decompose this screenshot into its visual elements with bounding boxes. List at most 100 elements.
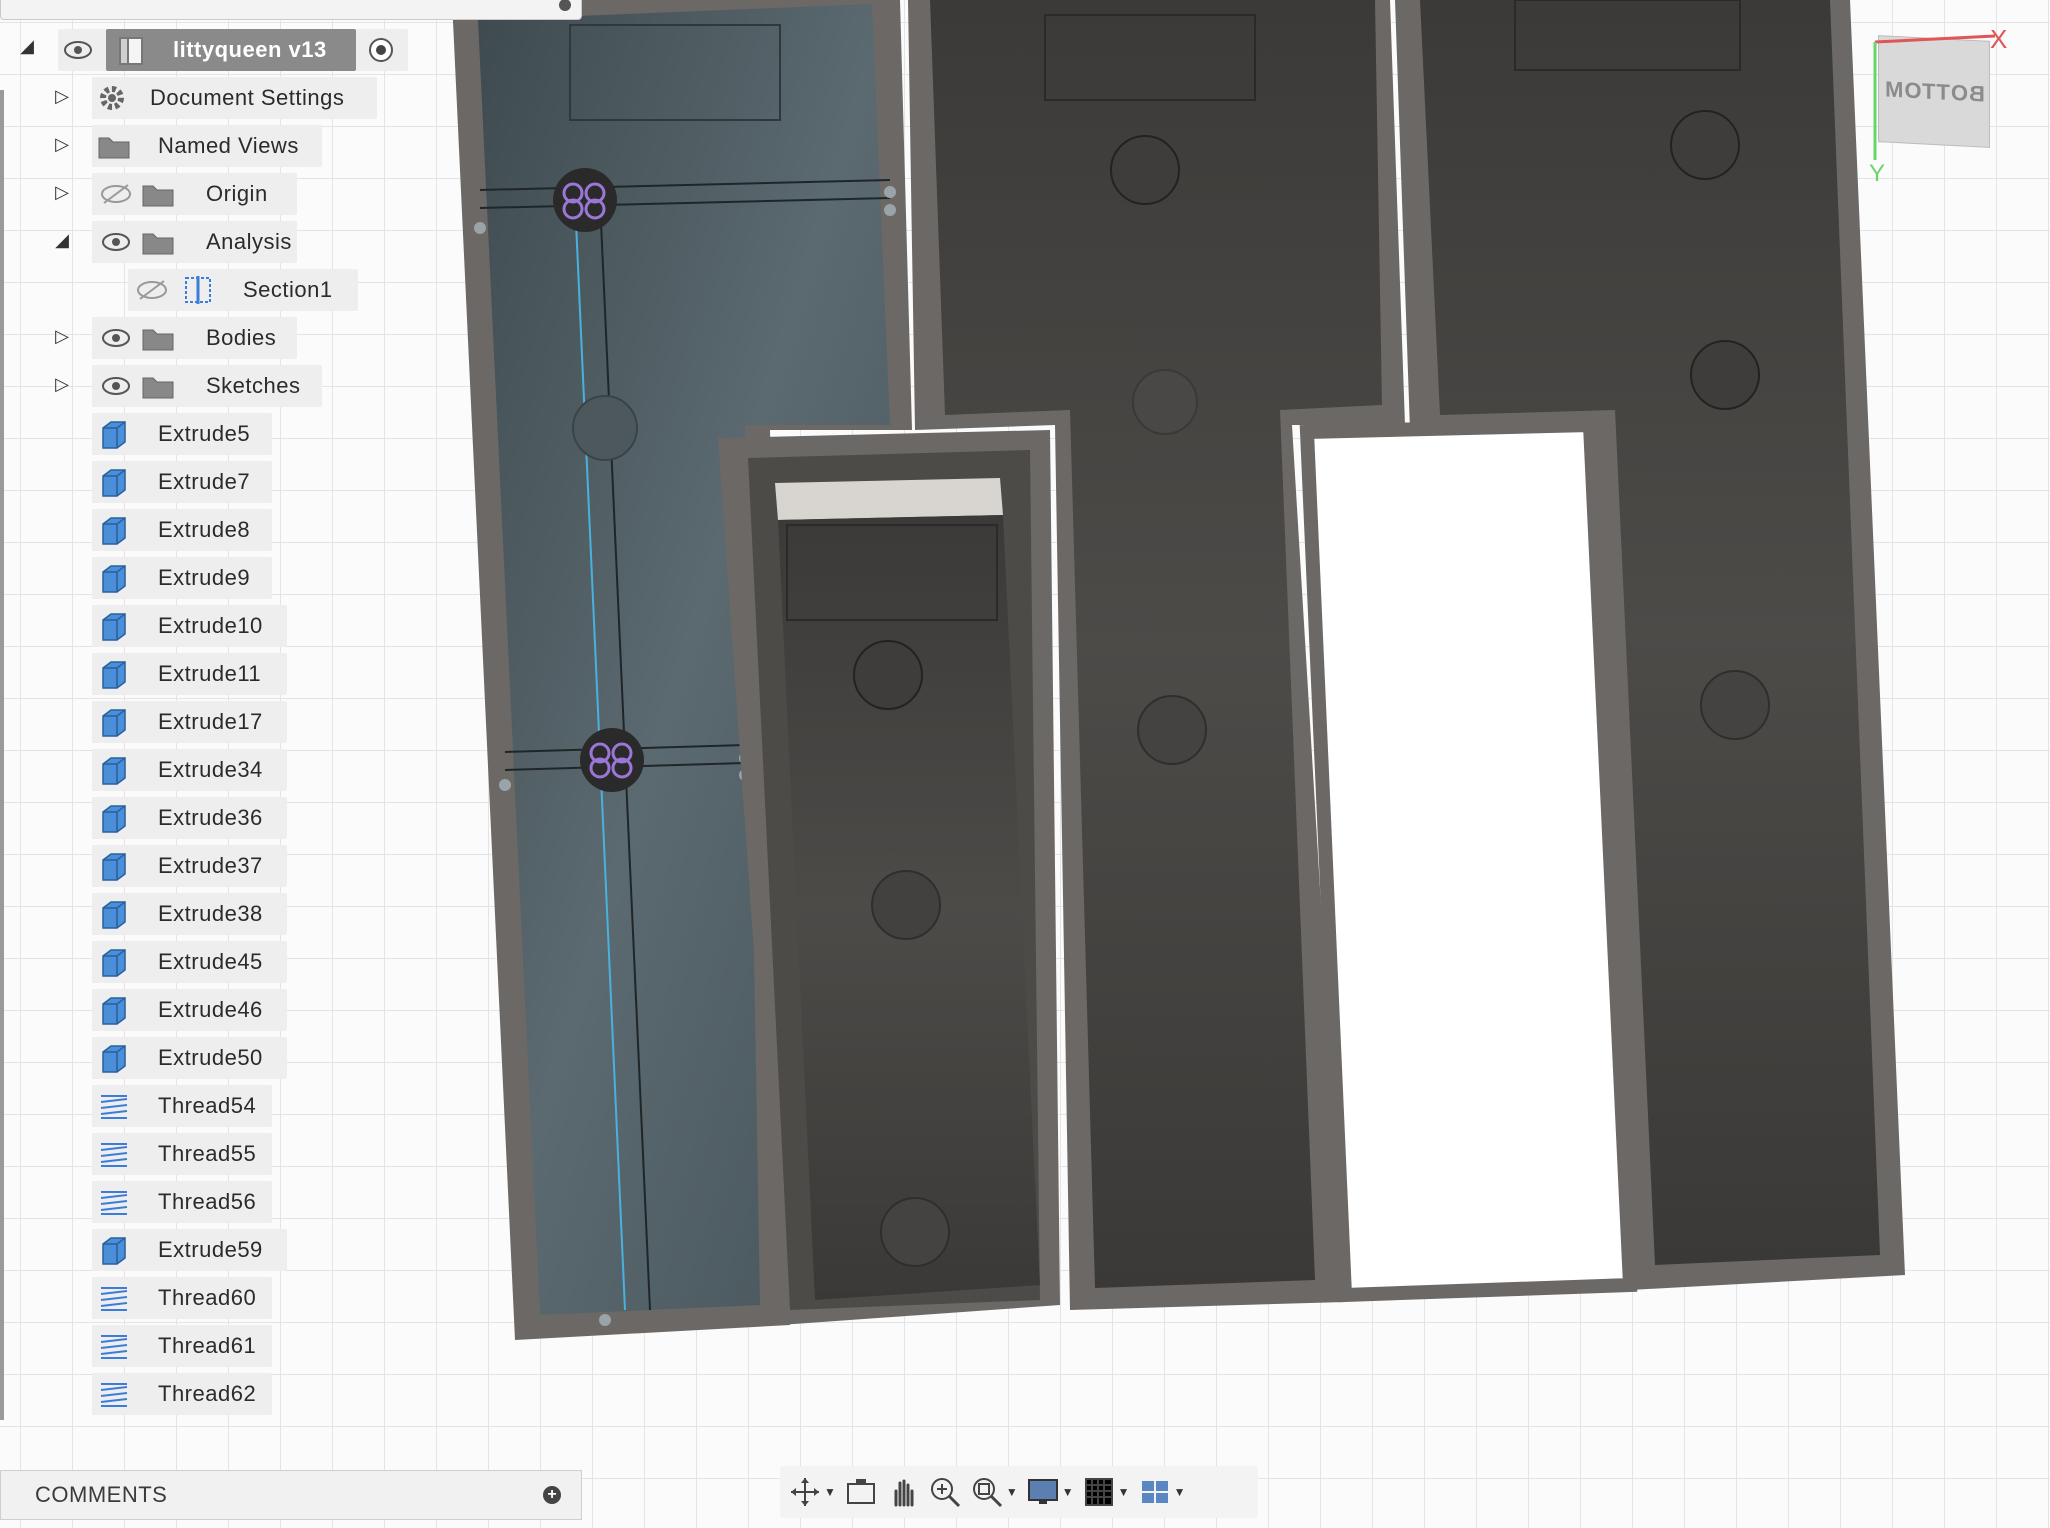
activate-radio-icon[interactable] (366, 30, 396, 70)
extrude-icon (96, 750, 132, 790)
eye-icon[interactable] (96, 318, 136, 358)
timeline-feature-label: Extrude7 (158, 469, 251, 494)
eye-hidden-icon[interactable] (96, 174, 136, 214)
timeline-feature-item[interactable]: Extrude34 (92, 749, 287, 791)
timeline-feature-label: Extrude36 (158, 805, 263, 830)
thread-icon (96, 1374, 132, 1414)
zoom-icon[interactable] (928, 1472, 962, 1512)
tree-item-analysis[interactable]: Analysis (92, 221, 297, 263)
thread-icon (96, 1086, 132, 1126)
timeline-feature-label: Extrude37 (158, 853, 263, 878)
extrude-icon (96, 462, 132, 502)
timeline-feature-item[interactable]: Thread61 (92, 1325, 272, 1367)
timeline-feature-item[interactable]: Extrude50 (92, 1037, 287, 1079)
timeline-feature-item[interactable]: Extrude45 (92, 941, 287, 983)
extrude-icon (96, 654, 132, 694)
gear-icon (94, 78, 130, 118)
timeline-feature-item[interactable]: Extrude37 (92, 845, 287, 887)
tree-item-label: Named Views (158, 133, 299, 158)
collapse-triangle-icon[interactable]: ◢ (52, 230, 72, 251)
timeline-feature-item[interactable]: Extrude9 (92, 557, 272, 599)
navigation-toolbar[interactable]: ▼ ▼ ▼ ▼ ▼ (780, 1466, 1258, 1518)
browser-header[interactable] (0, 0, 582, 20)
timeline-feature-item[interactable]: Extrude46 (92, 989, 287, 1031)
timeline-feature-label: Extrude10 (158, 613, 263, 638)
thread-icon (96, 1326, 132, 1366)
timeline-feature-label: Extrude46 (158, 997, 263, 1022)
tree-item-label: Section1 (243, 277, 333, 302)
fit-icon[interactable]: ▼ (970, 1472, 1018, 1512)
expand-triangle-icon[interactable]: ▷ (52, 134, 72, 155)
extrude-icon (96, 558, 132, 598)
grid-icon[interactable]: ▼ (1082, 1472, 1130, 1512)
timeline-feature-label: Extrude59 (158, 1237, 263, 1262)
tree-item-named-views[interactable]: Named Views (92, 125, 322, 167)
eye-hidden-icon[interactable] (132, 270, 172, 310)
folder-icon (140, 366, 176, 406)
expand-triangle-icon[interactable]: ▷ (52, 326, 72, 347)
look-at-icon[interactable] (844, 1472, 878, 1512)
view-cube[interactable]: BOTTOM X Y (1865, 20, 2015, 187)
timeline-feature-item[interactable]: Extrude59 (92, 1229, 287, 1271)
timeline-feature-item[interactable]: Extrude7 (92, 461, 272, 503)
timeline-feature-label: Extrude5 (158, 421, 251, 446)
timeline-feature-item[interactable]: Thread60 (92, 1277, 272, 1319)
timeline-feature-label: Thread56 (158, 1189, 257, 1214)
tree-item-bodies[interactable]: Bodies (92, 317, 297, 359)
timeline-feature-item[interactable]: Extrude17 (92, 701, 287, 743)
timeline-feature-item[interactable]: Extrude11 (92, 653, 287, 695)
tree-item-sketches[interactable]: Sketches (92, 365, 322, 407)
eye-icon[interactable] (58, 30, 98, 70)
extrude-icon (96, 414, 132, 454)
tree-item-section1[interactable]: Section1 (128, 269, 358, 311)
tree-root-item[interactable]: littyqueen v13 (58, 29, 408, 71)
timeline-feature-item[interactable]: Extrude38 (92, 893, 287, 935)
timeline-feature-label: Extrude38 (158, 901, 263, 926)
root-component-label: littyqueen v13 (173, 37, 327, 62)
pin-icon[interactable] (559, 0, 571, 11)
timeline-feature-item[interactable]: Extrude10 (92, 605, 287, 647)
expand-triangle-icon[interactable]: ▷ (52, 374, 72, 395)
extrude-icon (96, 990, 132, 1030)
expand-triangle-icon[interactable]: ▷ (52, 86, 72, 107)
folder-icon (140, 222, 176, 262)
timeline-feature-label: Extrude17 (158, 709, 263, 734)
timeline-feature-item[interactable]: Extrude5 (92, 413, 272, 455)
gap-cutout (1299, 417, 1638, 1303)
timeline-feature-item[interactable]: Thread56 (92, 1181, 272, 1223)
extrude-icon (96, 942, 132, 982)
timeline-feature-item[interactable]: Extrude8 (92, 509, 272, 551)
extrude-icon (96, 894, 132, 934)
section-analysis-icon (180, 270, 216, 310)
extrude-icon (96, 606, 132, 646)
pan-icon[interactable] (886, 1472, 920, 1512)
display-settings-icon[interactable]: ▼ (1026, 1472, 1074, 1512)
folder-icon (140, 174, 176, 214)
orbit-icon[interactable]: ▼ (788, 1472, 836, 1512)
tree-item-document-settings[interactable]: Document Settings (92, 77, 377, 119)
browser-panel[interactable]: ◢ littyqueen v13 ▷ Document Settings ▷ N… (0, 0, 590, 1430)
timeline-feature-label: Thread61 (158, 1333, 257, 1358)
tree-item-label: Document Settings (150, 85, 345, 110)
timeline-feature-label: Thread55 (158, 1141, 257, 1166)
timeline-feature-item[interactable]: Extrude36 (92, 797, 287, 839)
viewports-icon[interactable]: ▼ (1138, 1472, 1185, 1512)
expand-triangle-icon[interactable]: ▷ (52, 182, 72, 203)
extrude-icon (96, 798, 132, 838)
eye-icon[interactable] (96, 222, 136, 262)
timeline-feature-item[interactable]: Thread55 (92, 1133, 272, 1175)
timeline-feature-item[interactable]: Thread54 (92, 1085, 272, 1127)
tree-item-label: Origin (206, 181, 268, 206)
add-comment-icon[interactable]: + (543, 1486, 561, 1504)
timeline-feature-label: Thread62 (158, 1381, 257, 1406)
browser-left-border (0, 90, 4, 1420)
extrude-icon (96, 846, 132, 886)
thread-icon (96, 1134, 132, 1174)
timeline-feature-label: Extrude11 (158, 661, 262, 686)
timeline-feature-item[interactable]: Thread62 (92, 1373, 272, 1415)
collapse-triangle-icon[interactable]: ◢ (17, 36, 37, 57)
comments-panel[interactable]: COMMENTS + (0, 1470, 582, 1520)
eye-icon[interactable] (96, 366, 136, 406)
timeline-feature-label: Thread54 (158, 1093, 257, 1118)
tree-item-origin[interactable]: Origin (92, 173, 297, 215)
